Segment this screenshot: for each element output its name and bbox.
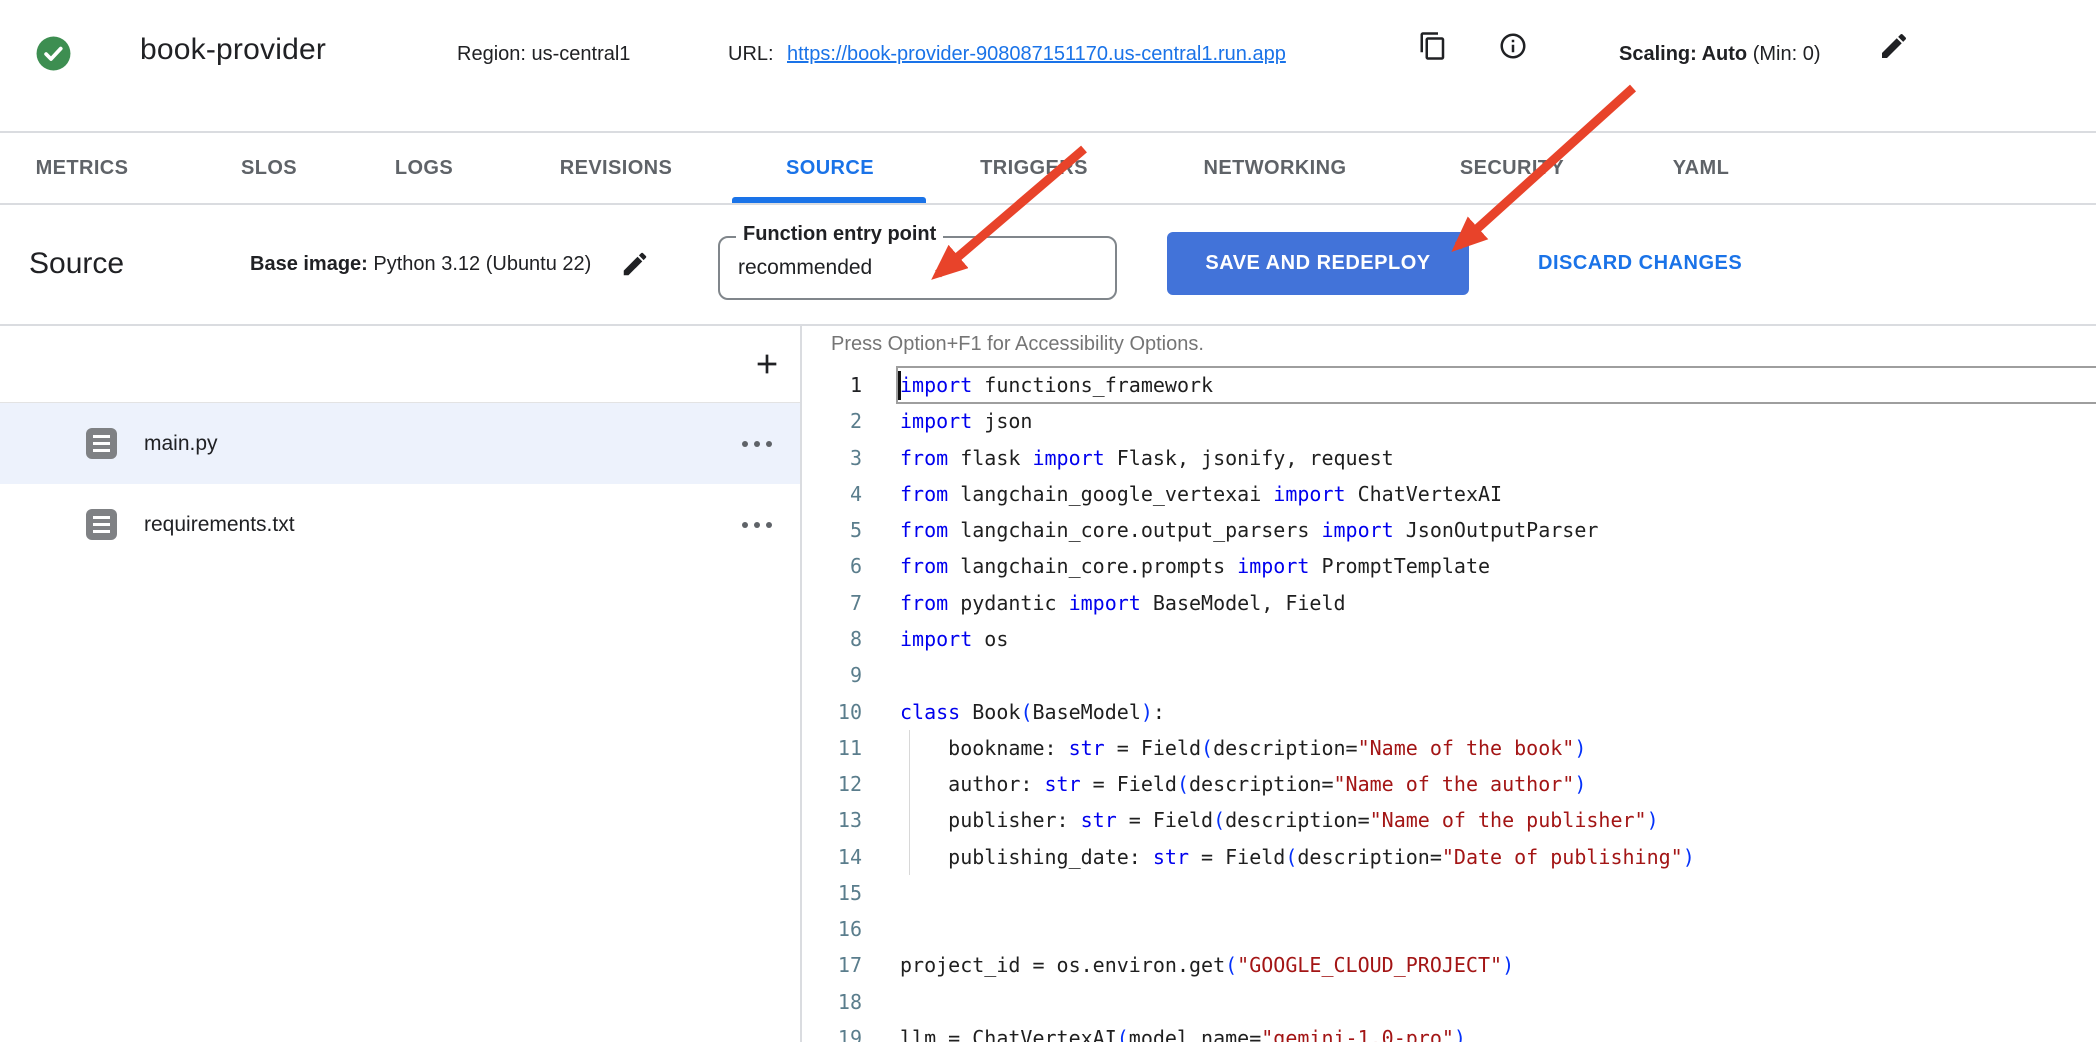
section-title: Source (29, 247, 124, 281)
code-line-17[interactable]: 17 project_id = os.environ.get("GOOGLE_CL… (802, 947, 2096, 983)
line-number[interactable]: 10 (802, 700, 862, 724)
code-line-16[interactable]: 16 (802, 911, 2096, 947)
save-and-redeploy-button[interactable]: SAVE AND REDEPLOY (1167, 232, 1469, 295)
line-number[interactable]: 15 (802, 881, 862, 905)
service-url-link[interactable]: https://book-provider-908087151170.us-ce… (787, 43, 1286, 66)
code-line-18[interactable]: 18 (802, 984, 2096, 1020)
tab-triggers[interactable]: TRIGGERS (980, 133, 1088, 203)
edit-base-image-icon[interactable] (620, 249, 650, 279)
function-entry-point-field[interactable]: Function entry point recommended (718, 236, 1117, 300)
function-entry-point-value[interactable]: recommended (738, 238, 872, 298)
line-number[interactable]: 1 (802, 373, 862, 397)
service-header: book-provider Region: us-central1 URL: h… (0, 0, 2096, 131)
line-number[interactable]: 18 (802, 990, 862, 1014)
code-line-4[interactable]: 4 from langchain_google_vertexai import C… (802, 476, 2096, 512)
more-horiz-icon[interactable] (742, 441, 772, 447)
document-icon (86, 428, 117, 459)
line-text: import os (900, 627, 1008, 651)
line-text: from flask import Flask, jsonify, reques… (900, 446, 1394, 470)
info-icon[interactable] (1498, 31, 1528, 61)
code-line-7[interactable]: 7 from pydantic import BaseModel, Field (802, 585, 2096, 621)
code-editor[interactable]: Press Option+F1 for Accessibility Option… (802, 326, 2096, 1042)
base-image-label: Base image: Python 3.12 (Ubuntu 22) (250, 253, 591, 276)
file-row-main.py[interactable]: main.py (0, 403, 800, 484)
line-number[interactable]: 6 (802, 554, 862, 578)
add-file-icon[interactable] (751, 348, 783, 380)
file-panel: main.py requirements.txt (0, 326, 800, 1042)
line-text: publisher: str = Field(description="Name… (900, 808, 1659, 832)
tab-bar: METRICS SLOS LOGS REVISIONS SOURCE TRIGGERS NE… (0, 133, 2096, 203)
line-text: publishing_date: str = Field(description… (900, 845, 1695, 869)
tab-logs[interactable]: LOGS (395, 133, 453, 203)
line-text: class Book(BaseModel): (900, 700, 1165, 724)
tab-yaml[interactable]: YAML (1673, 133, 1729, 203)
line-number[interactable]: 2 (802, 409, 862, 433)
code-line-8[interactable]: 8 import os (802, 621, 2096, 657)
file-name: requirements.txt (144, 513, 295, 537)
code-area[interactable]: 1 import functions_framework 2 import json 3… (802, 367, 2096, 1042)
copy-icon[interactable] (1418, 31, 1448, 61)
line-text: from langchain_google_vertexai import Ch… (900, 482, 1502, 506)
line-number[interactable]: 17 (802, 953, 862, 977)
source-toolbar: Source Base image: Python 3.12 (Ubuntu 2… (0, 205, 2096, 324)
line-number[interactable]: 19 (802, 1026, 862, 1042)
document-icon (86, 509, 117, 540)
line-number[interactable]: 16 (802, 917, 862, 941)
code-line-1[interactable]: 1 import functions_framework (802, 367, 2096, 403)
line-number[interactable]: 14 (802, 845, 862, 869)
line-text: from langchain_core.prompts import Promp… (900, 554, 1490, 578)
line-number[interactable]: 8 (802, 627, 862, 651)
line-text: project_id = os.environ.get("GOOGLE_CLOU… (900, 953, 1514, 977)
line-number[interactable]: 12 (802, 772, 862, 796)
line-number[interactable]: 11 (802, 736, 862, 760)
tab-networking[interactable]: NETWORKING (1204, 133, 1347, 203)
tab-security[interactable]: SECURITY (1460, 133, 1564, 203)
tab-slos[interactable]: SLOS (241, 133, 297, 203)
line-text: import functions_framework (900, 373, 1213, 397)
code-line-15[interactable]: 15 (802, 875, 2096, 911)
line-text: bookname: str = Field(description="Name … (900, 736, 1586, 760)
text-cursor (898, 371, 901, 400)
line-number[interactable]: 13 (802, 808, 862, 832)
line-number[interactable]: 7 (802, 591, 862, 615)
tab-revisions[interactable]: REVISIONS (560, 133, 673, 203)
code-line-14[interactable]: 14 publishing_date: str = Field(descript… (802, 838, 2096, 874)
code-line-13[interactable]: 13 publisher: str = Field(description="N… (802, 802, 2096, 838)
file-list: main.py requirements.txt (0, 403, 800, 565)
code-line-11[interactable]: 11 bookname: str = Field(description="Na… (802, 730, 2096, 766)
code-line-19[interactable]: 19 llm = ChatVertexAI(model_name="gemini-… (802, 1020, 2096, 1042)
file-name: main.py (144, 432, 218, 456)
edit-scaling-icon[interactable] (1878, 30, 1908, 60)
url-label: URL: (728, 43, 774, 66)
file-row-requirements.txt[interactable]: requirements.txt (0, 484, 800, 565)
line-number[interactable]: 9 (802, 663, 862, 687)
line-text: from langchain_core.output_parsers impor… (900, 518, 1598, 542)
code-line-2[interactable]: 2 import json (802, 403, 2096, 439)
accessibility-message: Press Option+F1 for Accessibility Option… (831, 333, 1204, 356)
tab-source[interactable]: SOURCE (786, 133, 874, 203)
code-line-9[interactable]: 9 (802, 657, 2096, 693)
page-title: book-provider (140, 33, 326, 67)
line-text: author: str = Field(description="Name of… (900, 772, 1586, 796)
discard-changes-button[interactable]: DISCARD CHANGES (1538, 232, 1742, 295)
more-horiz-icon[interactable] (742, 522, 772, 528)
line-number[interactable]: 5 (802, 518, 862, 542)
code-line-12[interactable]: 12 author: str = Field(description="Name… (802, 766, 2096, 802)
scaling-value: Scaling: Auto (1619, 43, 1747, 65)
code-line-6[interactable]: 6 from langchain_core.prompts import Prom… (802, 548, 2096, 584)
scaling-label: Scaling: Auto (Min: 0) (1619, 43, 1821, 66)
tab-metrics[interactable]: METRICS (36, 133, 129, 203)
line-number[interactable]: 3 (802, 446, 862, 470)
line-text: llm = ChatVertexAI(model_name="gemini-1.… (900, 1026, 1466, 1042)
code-line-10[interactable]: 10 class Book(BaseModel): (802, 693, 2096, 729)
line-text: from pydantic import BaseModel, Field (900, 591, 1346, 615)
line-number[interactable]: 4 (802, 482, 862, 506)
scaling-min: (Min: 0) (1753, 43, 1821, 65)
code-line-3[interactable]: 3 from flask import Flask, jsonify, reque… (802, 440, 2096, 476)
line-text: import json (900, 409, 1032, 433)
code-line-5[interactable]: 5 from langchain_core.output_parsers impo… (802, 512, 2096, 548)
check-circle-icon (35, 35, 72, 77)
region-label: Region: us-central1 (457, 43, 630, 66)
